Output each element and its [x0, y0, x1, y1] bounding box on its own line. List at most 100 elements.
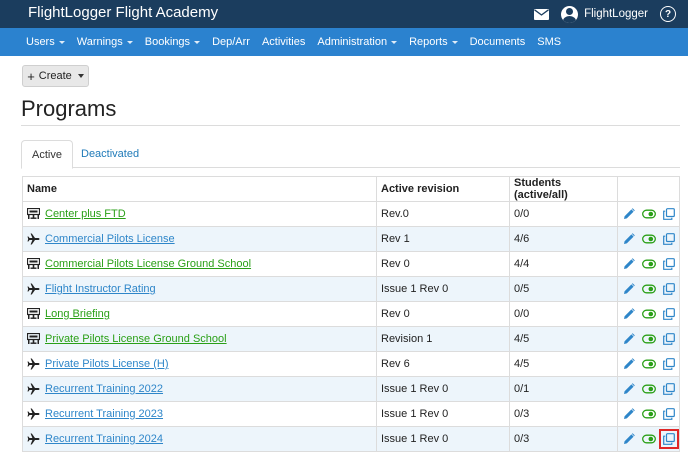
program-link[interactable]: Flight Instructor Rating — [45, 283, 156, 295]
toggle-visibility-button[interactable] — [642, 357, 656, 371]
toggle-visibility-button[interactable] — [642, 382, 656, 396]
copy-icon — [663, 358, 675, 370]
program-link[interactable]: Recurrent Training 2023 — [45, 408, 163, 420]
duplicate-button[interactable] — [662, 257, 676, 271]
program-link[interactable]: Private Pilots License Ground School — [45, 333, 227, 345]
tab-active[interactable]: Active — [21, 140, 73, 169]
pencil-icon — [623, 308, 635, 320]
nav-item-dep-arr[interactable]: Dep/Arr — [206, 36, 256, 48]
eye-toggle-icon — [642, 309, 656, 319]
eye-toggle-icon — [642, 259, 656, 269]
app-title[interactable]: FlightLogger Flight Academy — [28, 4, 218, 21]
nav-item-documents[interactable]: Documents — [464, 36, 532, 48]
caret-down-icon — [77, 74, 84, 78]
toggle-visibility-button[interactable] — [642, 407, 656, 421]
tab-deactivated[interactable]: Deactivated — [71, 140, 149, 168]
duplicate-button[interactable] — [659, 429, 679, 449]
program-link[interactable]: Private Pilots License (H) — [45, 358, 169, 370]
edit-button[interactable] — [622, 207, 636, 221]
program-link[interactable]: Recurrent Training 2022 — [45, 383, 163, 395]
edit-button[interactable] — [622, 232, 636, 246]
revision-cell: Issue 1 Rev 0 — [381, 433, 449, 445]
duplicate-button[interactable] — [662, 232, 676, 246]
pencil-icon — [623, 258, 635, 270]
caret-down-icon — [451, 41, 458, 44]
toggle-visibility-button[interactable] — [642, 332, 656, 346]
table-row: Recurrent Training 2024 Issue 1 Rev 0 0/3 — [22, 427, 680, 452]
airplane-icon — [27, 233, 40, 245]
eye-toggle-icon — [642, 209, 656, 219]
edit-button[interactable] — [622, 307, 636, 321]
row-actions — [619, 302, 679, 326]
row-actions — [619, 377, 679, 401]
toggle-visibility-button[interactable] — [642, 232, 656, 246]
duplicate-button[interactable] — [662, 382, 676, 396]
edit-button[interactable] — [622, 282, 636, 296]
revision-cell: Rev 0 — [381, 258, 410, 270]
user-avatar-icon[interactable] — [561, 5, 579, 23]
edit-button[interactable] — [622, 382, 636, 396]
toggle-visibility-button[interactable] — [642, 257, 656, 271]
nav-item-bookings[interactable]: Bookings — [139, 36, 206, 48]
duplicate-button[interactable] — [662, 307, 676, 321]
caret-down-icon — [58, 41, 65, 44]
pencil-icon — [623, 208, 635, 220]
toggle-visibility-button[interactable] — [642, 207, 656, 221]
copy-icon — [663, 308, 675, 320]
edit-button[interactable] — [622, 257, 636, 271]
help-icon[interactable]: ? — [660, 6, 676, 22]
program-link[interactable]: Center plus FTD — [45, 208, 126, 220]
toggle-visibility-button[interactable] — [642, 432, 656, 446]
duplicate-button[interactable] — [662, 207, 676, 221]
plus-icon: + — [27, 68, 35, 84]
eye-toggle-icon — [642, 234, 656, 244]
nav-item-sms[interactable]: SMS — [531, 36, 567, 48]
program-link[interactable]: Recurrent Training 2024 — [45, 433, 163, 445]
caret-down-icon — [194, 41, 201, 44]
edit-button[interactable] — [622, 332, 636, 346]
mail-icon[interactable] — [534, 8, 550, 20]
table-row: Flight Instructor Rating Issue 1 Rev 0 0/5 — [22, 277, 680, 302]
main-nav: Users Warnings Bookings Dep/Arr Activities Ad… — [0, 28, 688, 56]
program-name-cell: Recurrent Training 2024 — [27, 427, 377, 451]
program-tabs: Active Deactivated — [21, 140, 680, 169]
program-link[interactable]: Commercial Pilots License — [45, 233, 175, 245]
toggle-visibility-button[interactable] — [642, 307, 656, 321]
students-cell: 0/0 — [514, 208, 530, 220]
duplicate-button[interactable] — [662, 282, 676, 296]
nav-item-label: Documents — [469, 36, 526, 48]
nav-item-reports[interactable]: Reports — [403, 36, 464, 48]
table-row: Recurrent Training 2022 Issue 1 Rev 0 0/1 — [22, 377, 680, 402]
program-name-cell: Commercial Pilots License Ground School — [26, 252, 377, 276]
program-link[interactable]: Commercial Pilots License Ground School — [45, 258, 251, 270]
airplane-icon — [27, 358, 40, 370]
nav-item-label: SMS — [537, 36, 562, 48]
program-name-cell: Private Pilots License Ground School — [26, 327, 377, 351]
nav-item-activities[interactable]: Activities — [256, 36, 311, 48]
toggle-visibility-button[interactable] — [642, 282, 656, 296]
program-link[interactable]: Long Briefing — [45, 308, 110, 320]
nav-item-label: Users — [26, 36, 55, 48]
duplicate-button[interactable] — [662, 332, 676, 346]
nav-item-label: Activities — [261, 36, 306, 48]
duplicate-button[interactable] — [662, 407, 676, 421]
row-actions — [619, 202, 679, 226]
airplane-icon — [27, 433, 40, 445]
revision-cell: Rev.0 — [381, 208, 409, 220]
user-name[interactable]: FlightLogger — [584, 8, 648, 20]
edit-button[interactable] — [622, 357, 636, 371]
duplicate-button[interactable] — [662, 357, 676, 371]
edit-button[interactable] — [622, 407, 636, 421]
edit-button[interactable] — [622, 432, 636, 446]
nav-item-users[interactable]: Users — [20, 36, 71, 48]
nav-item-administration[interactable]: Administration — [311, 36, 403, 48]
simulator-icon — [26, 207, 41, 220]
row-actions — [619, 252, 679, 276]
students-cell: 0/0 — [514, 308, 530, 320]
create-button[interactable]: + Create — [22, 65, 89, 87]
pencil-icon — [623, 383, 635, 395]
top-bar: FlightLogger Flight Academy FlightLogger… — [0, 0, 688, 28]
nav-item-warnings[interactable]: Warnings — [71, 36, 139, 48]
caret-down-icon — [126, 41, 133, 44]
copy-icon — [663, 283, 675, 295]
